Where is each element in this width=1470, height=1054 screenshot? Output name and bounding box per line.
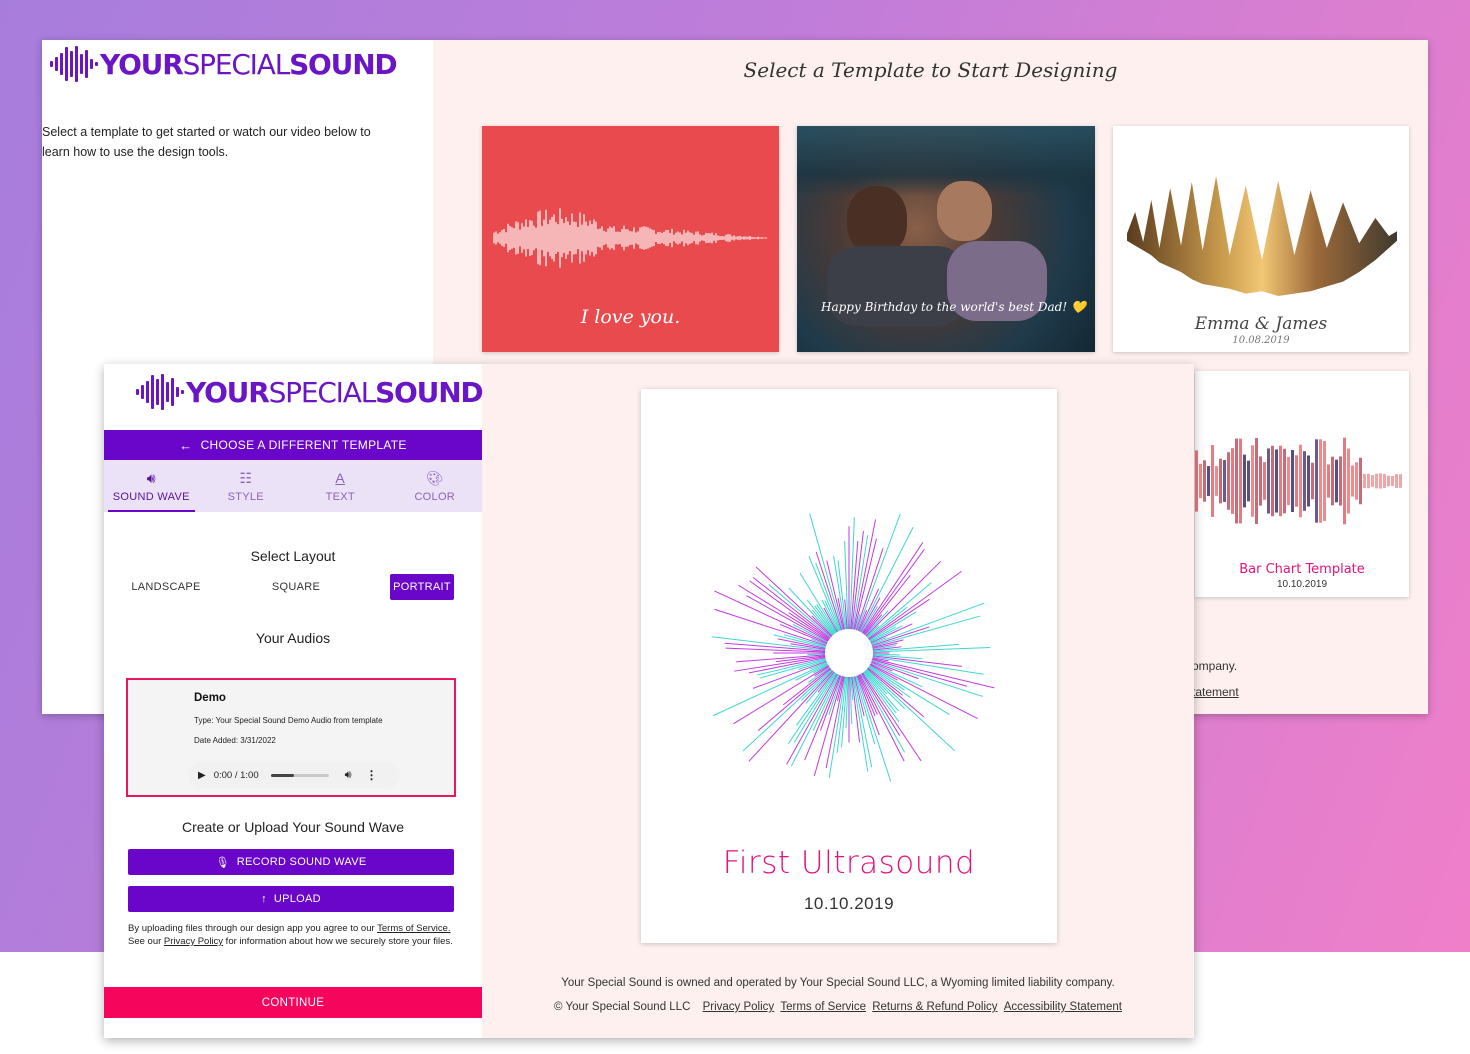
arrow-up-icon: ↑ bbox=[261, 893, 267, 905]
editor-sidebar: YOURSPECIALSOUND ← CHOOSE A DIFFERENT TE… bbox=[104, 364, 484, 1038]
audio-progress-fill bbox=[270, 773, 294, 777]
wedding-photo-wave bbox=[1127, 176, 1397, 296]
upload-label: UPLOAD bbox=[273, 893, 321, 905]
preview-title[interactable]: First Ultrasound bbox=[641, 845, 1057, 881]
tab-label: COLOR bbox=[414, 490, 456, 503]
audio-time: 0:00 / 1:00 bbox=[213, 769, 259, 781]
copyright-text: © Your Special Sound LLC bbox=[554, 1001, 691, 1013]
mute-icon[interactable]: 🔊︎ bbox=[345, 769, 352, 782]
template-caption: I love you. bbox=[580, 306, 681, 328]
continue-button[interactable]: CONTINUE bbox=[104, 987, 482, 1018]
legal-notice: By uploading files through our design ap… bbox=[128, 922, 468, 948]
text-icon: A bbox=[335, 469, 346, 486]
logo-wave-icon bbox=[50, 44, 100, 84]
choose-different-template-button[interactable]: ← CHOOSE A DIFFERENT TEMPLATE bbox=[104, 430, 482, 460]
footer-company-text: Your Special Sound is owned and operated… bbox=[561, 977, 1115, 989]
select-layout-title: Select Layout bbox=[250, 548, 336, 564]
legal-text: for information about how we securely st… bbox=[223, 936, 453, 947]
logo-wave-icon bbox=[136, 372, 186, 412]
tab-label: STYLE bbox=[227, 490, 264, 503]
upload-button[interactable]: ↑ UPLOAD bbox=[128, 886, 454, 912]
legal-text: By uploading files through our design ap… bbox=[128, 923, 378, 934]
template-caption: Emma & James bbox=[1194, 314, 1328, 334]
template-card-birthday-photo[interactable]: Happy Birthday to the world's best Dad! … bbox=[797, 126, 1095, 352]
intro-text: Select a template to get started or watc… bbox=[42, 125, 371, 159]
template-caption: Bar Chart Template bbox=[1239, 562, 1365, 577]
tab-style[interactable]: ☷ STYLE bbox=[199, 460, 294, 512]
footer-links: © Your Special Sound LLC Privacy Policy … bbox=[482, 1001, 1194, 1013]
your-audios-title: Your Audios bbox=[255, 630, 331, 646]
center-circle bbox=[827, 631, 871, 675]
audio-progress-bar[interactable] bbox=[270, 773, 329, 777]
template-heading: Select a Template to Start Designing bbox=[743, 58, 1118, 82]
terms-link[interactable]: Terms of Service. bbox=[377, 923, 450, 934]
layout-portrait-button[interactable]: PORTRAIT bbox=[390, 574, 454, 600]
layout-landscape-button[interactable]: LANDSCAPE bbox=[126, 574, 206, 600]
template-date: 10.08.2019 bbox=[1232, 335, 1290, 346]
preview-date[interactable]: 10.10.2019 bbox=[641, 894, 1057, 914]
footer-fragment-link[interactable]: tatement bbox=[1192, 685, 1239, 699]
footer-fragment: ompany. bbox=[1192, 659, 1238, 673]
play-icon[interactable]: ▶ bbox=[198, 770, 206, 781]
brand-logo[interactable]: YOURSPECIALSOUND bbox=[136, 372, 484, 412]
gradient-soundwave-graphic bbox=[802, 303, 1089, 343]
record-label: RECORD SOUND WAVE bbox=[236, 856, 367, 868]
brand-logo[interactable]: YOURSPECIALSOUND bbox=[50, 44, 398, 84]
sliders-icon: ☷ bbox=[239, 469, 253, 486]
template-card-bar-chart[interactable]: Bar Chart Template 10.10.2019 bbox=[1195, 371, 1409, 597]
circular-soundwave-graphic bbox=[711, 513, 995, 782]
audio-name: Demo bbox=[194, 692, 226, 704]
accessibility-statement-link[interactable]: Accessibility Statement bbox=[1004, 1001, 1122, 1013]
arrow-left-icon: ← bbox=[179, 437, 193, 453]
design-preview[interactable]: First Ultrasound 10.10.2019 bbox=[641, 389, 1057, 943]
template-date: 10.10.2019 bbox=[1276, 579, 1328, 590]
create-upload-title: Create or Upload Your Sound Wave bbox=[181, 819, 405, 835]
tab-label: TEXT bbox=[325, 490, 355, 503]
template-card-wedding[interactable]: Emma & James 10.08.2019 bbox=[1113, 126, 1409, 352]
logo-wordmark: YOURSPECIALSOUND bbox=[186, 375, 484, 409]
legal-text: See our bbox=[128, 936, 164, 947]
record-sound-wave-button[interactable]: 🎙︎ RECORD SOUND WAVE bbox=[128, 849, 454, 875]
audio-type: Type: Your Special Sound Demo Audio from… bbox=[194, 716, 383, 725]
returns-refund-link[interactable]: Returns & Refund Policy bbox=[872, 1001, 997, 1013]
microphone-icon: 🎙︎ bbox=[215, 856, 230, 869]
tab-text[interactable]: A TEXT bbox=[293, 460, 388, 512]
tab-color[interactable]: 🎨︎ COLOR bbox=[388, 460, 483, 512]
audio-item-demo[interactable]: Demo Type: Your Special Sound Demo Audio… bbox=[126, 678, 456, 797]
choose-template-label: CHOOSE A DIFFERENT TEMPLATE bbox=[200, 438, 407, 452]
logo-wordmark: YOURSPECIALSOUND bbox=[100, 47, 398, 81]
tab-sound-wave[interactable]: 🔊︎ SOUND WAVE bbox=[104, 460, 199, 512]
template-card-i-love-you[interactable]: I love you. bbox=[482, 126, 779, 352]
more-options-icon[interactable]: ⋮ bbox=[366, 768, 378, 782]
editor-tabs: 🔊︎ SOUND WAVE ☷ STYLE A TEXT 🎨︎ COLOR bbox=[104, 460, 482, 512]
design-editor-window: YOURSPECIALSOUND ← CHOOSE A DIFFERENT TE… bbox=[104, 364, 1194, 1038]
privacy-link[interactable]: Privacy Policy bbox=[164, 936, 223, 947]
privacy-policy-link[interactable]: Privacy Policy bbox=[703, 1001, 775, 1013]
terms-of-service-link[interactable]: Terms of Service bbox=[780, 1001, 866, 1013]
volume-icon: 🔊︎ bbox=[146, 469, 156, 486]
audio-date-added: Date Added: 3/31/2022 bbox=[194, 736, 276, 745]
layout-square-button[interactable]: SQUARE bbox=[256, 574, 336, 600]
audio-player: ▶ 0:00 / 1:00 🔊︎ ⋮ bbox=[188, 762, 400, 788]
template-caption: Happy Birthday to the world's best Dad! … bbox=[821, 300, 1086, 314]
tab-label: SOUND WAVE bbox=[112, 490, 190, 503]
palette-icon: 🎨︎ bbox=[425, 469, 444, 486]
